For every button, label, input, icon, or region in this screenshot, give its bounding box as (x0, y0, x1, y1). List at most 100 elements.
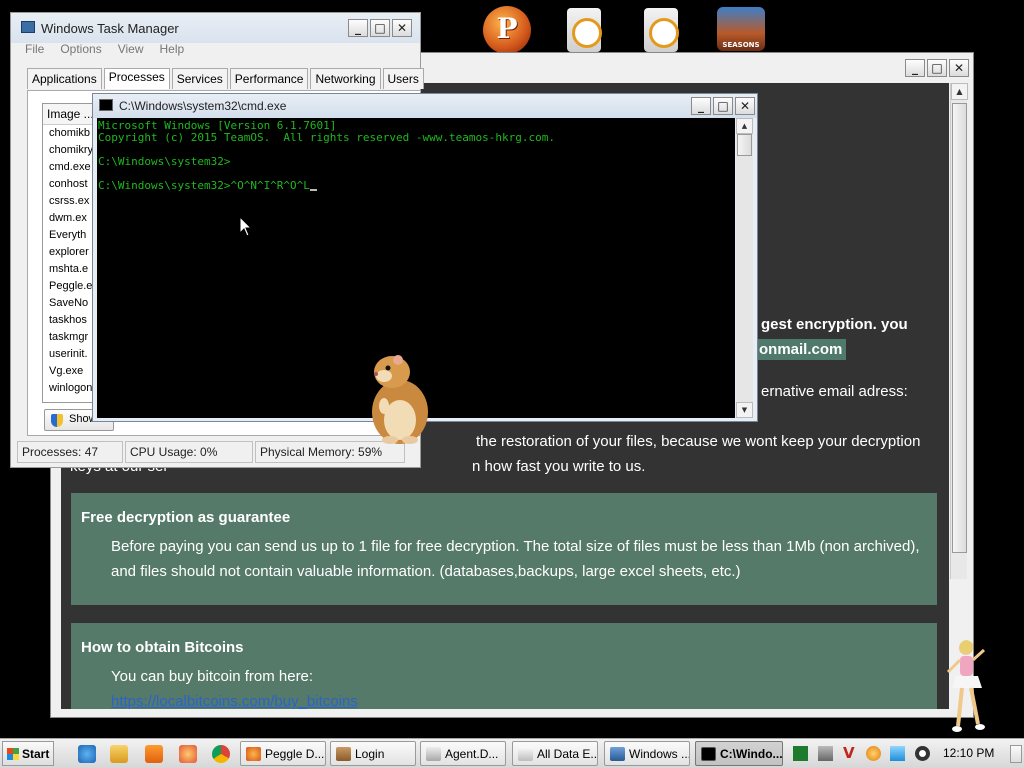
taskbar-button-label: Windows ... (629, 747, 690, 761)
free-decryption-box: Free decryption as guarantee Before payi… (71, 493, 937, 605)
desktop: P SEASONS _ □ ✕ gest encryption. you onm… (0, 0, 1024, 738)
peggle-icon (246, 747, 261, 761)
tray-network-icon[interactable] (818, 746, 833, 761)
window-icon (426, 747, 441, 761)
bitcoins-link[interactable]: https://localbitcoins.com/buy_bitcoins (111, 693, 358, 709)
scroll-down-arrow[interactable]: ▼ (736, 402, 753, 418)
console-icon (701, 747, 716, 761)
console-line: Copyright (c) 2015 TeamOS. All rights re… (98, 131, 555, 144)
maximize-button[interactable]: □ (370, 19, 390, 37)
taskbar-button-all-data[interactable]: All Data E... (512, 741, 598, 766)
console-icon (99, 99, 113, 111)
tab-processes[interactable]: Processes (103, 68, 170, 89)
minimize-button[interactable]: _ (691, 97, 711, 115)
taskbar-button-cmd[interactable]: C:\Windo... (695, 741, 783, 766)
task-manager-controls: _ □ ✕ (348, 19, 412, 37)
taskbar-button-label: All Data E... (537, 747, 598, 761)
taskbar-button-label: Peggle D... (265, 747, 325, 761)
task-manager-tabs: Applications Processes Services Performa… (27, 68, 426, 89)
tray-monitor-icon[interactable] (890, 746, 905, 761)
show-desktop-button[interactable] (1010, 745, 1022, 763)
task-manager-title: Windows Task Manager (41, 21, 179, 36)
bitcoins-text: You can buy bitcoin from here: (111, 668, 314, 685)
ransom-email: onmail.com (755, 339, 847, 360)
taskbar: Start Peggle D... Login Agent.D... All D… (0, 738, 1024, 768)
maximize-button[interactable]: □ (713, 97, 733, 115)
bitcoins-box: How to obtain Bitcoins You can buy bitco… (71, 623, 937, 709)
dancer-pet-icon[interactable] (940, 636, 990, 736)
ransom-text-line: n how fast you write to us. (472, 458, 646, 475)
windows-logo-icon (7, 748, 19, 760)
internet-explorer-icon[interactable] (78, 745, 96, 763)
ransom-text-line: the restoration of your files, because w… (476, 433, 921, 450)
bitcoins-heading: How to obtain Bitcoins (81, 639, 244, 656)
scroll-up-arrow[interactable]: ▲ (951, 83, 968, 100)
ransom-text-line: gest encryption. you (761, 316, 908, 333)
clock-desktop-icon[interactable] (567, 8, 602, 52)
cmd-titlebar[interactable]: C:\Windows\system32\cmd.exe _ □ ✕ (93, 94, 757, 118)
cmd-scrollbar[interactable]: ▲ ▼ (736, 118, 753, 418)
taskbar-button-peggle[interactable]: Peggle D... (240, 741, 326, 766)
free-decryption-text: Before paying you can send us up to 1 fi… (111, 538, 920, 555)
free-decryption-heading: Free decryption as guarantee (81, 509, 291, 526)
scroll-thumb[interactable] (737, 134, 752, 156)
peggle-desktop-icon[interactable]: P (483, 6, 531, 54)
ransom-text-line: ernative email adress: (761, 383, 908, 400)
close-button[interactable]: ✕ (735, 97, 755, 115)
clock-desktop-icon[interactable] (644, 8, 679, 52)
task-manager-statusbar: Processes: 47 CPU Usage: 0% Physical Mem… (17, 441, 407, 463)
console-line: C:\Windows\system32> (98, 155, 231, 168)
scroll-thumb[interactable] (952, 103, 967, 553)
mouse-pointer-icon (239, 216, 253, 237)
menu-view[interactable]: View (118, 42, 144, 56)
hamster-pet-icon[interactable] (362, 350, 434, 446)
menu-file[interactable]: File (25, 42, 44, 56)
free-decryption-text: and files should not contain valuable in… (111, 563, 741, 580)
close-button[interactable]: ✕ (949, 59, 969, 77)
maximize-button[interactable]: □ (927, 59, 947, 77)
minimize-button[interactable]: _ (348, 19, 368, 37)
media-player-icon[interactable] (145, 745, 163, 763)
taskbar-button-task-manager[interactable]: Windows ... (604, 741, 690, 766)
task-manager-icon (21, 21, 35, 33)
peggle-icon-letter: P (496, 12, 518, 45)
close-button[interactable]: ✕ (392, 19, 412, 37)
ransom-scrollbar[interactable]: ▲ (950, 83, 968, 579)
ransom-window-controls: _ □ ✕ (905, 59, 969, 77)
minimize-button[interactable]: _ (905, 59, 925, 77)
taskbar-button-label: Login (355, 747, 385, 761)
clock[interactable]: 12:10 PM (943, 746, 994, 760)
tab-networking[interactable]: Networking (310, 68, 381, 89)
status-processes: Processes: 47 (17, 441, 123, 463)
cmd-controls: _ □ ✕ (691, 97, 755, 115)
text-cursor (309, 189, 317, 191)
taskbar-button-login[interactable]: Login (330, 741, 416, 766)
tab-applications[interactable]: Applications (27, 68, 102, 89)
tray-green-icon[interactable] (793, 746, 808, 761)
taskbar-button-agent[interactable]: Agent.D... (420, 741, 506, 766)
tray-search-icon[interactable] (866, 746, 881, 761)
menu-options[interactable]: Options (60, 42, 101, 56)
taskbar-button-label: C:\Windo... (720, 747, 783, 761)
login-icon (336, 747, 351, 761)
console-input-line: C:\Windows\system32>^O^N^I^R^O^L (98, 179, 310, 192)
tab-users[interactable]: Users (382, 68, 424, 89)
start-label: Start (22, 747, 50, 761)
chrome-icon[interactable] (212, 745, 230, 763)
start-button[interactable]: Start (2, 741, 54, 766)
task-manager-icon (610, 747, 625, 761)
cmd-title: C:\Windows\system32\cmd.exe (119, 99, 287, 113)
menu-help[interactable]: Help (160, 42, 185, 56)
scroll-up-arrow[interactable]: ▲ (736, 118, 753, 134)
tab-services[interactable]: Services (171, 68, 228, 89)
explorer-folder-icon[interactable] (110, 745, 128, 763)
tray-volume-icon[interactable] (915, 746, 930, 761)
angry-birds-icon-text: SEASONS (722, 41, 760, 49)
tray-antivirus-icon[interactable]: V (843, 746, 858, 761)
paint-icon[interactable] (179, 745, 197, 763)
tab-performance[interactable]: Performance (229, 68, 309, 89)
uac-shield-icon (51, 414, 63, 427)
angry-birds-seasons-icon[interactable]: SEASONS (717, 7, 765, 51)
task-manager-titlebar[interactable]: Windows Task Manager _ □ ✕ (11, 13, 420, 43)
task-manager-menubar: File Options View Help (25, 42, 184, 56)
